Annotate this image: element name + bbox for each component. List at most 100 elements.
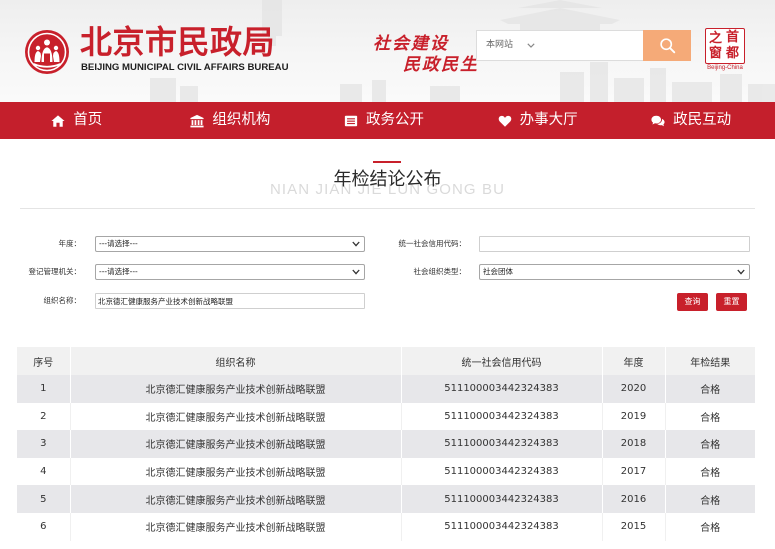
nav-item-government-affairs[interactable]: 政务公开: [307, 102, 461, 139]
list-icon: [344, 115, 358, 126]
heart-icon: [498, 115, 511, 127]
capital-portal-logo-frame: 首 都 之 窗: [705, 28, 745, 64]
cell-seq: 4: [17, 457, 71, 486]
nav-item-label: 首页: [73, 112, 103, 128]
cell-org-name: 北京德汇健康服务产业技术创新战略联盟: [70, 485, 402, 513]
search-button[interactable]: [643, 30, 691, 61]
chevron-down-icon: [527, 43, 535, 48]
inspection-results-table: 序号 组织名称 统一社会信用代码 年度 年检结果 1 北京德汇健康服务产业技术创…: [17, 347, 755, 541]
chevron-down-icon: [352, 241, 360, 247]
table-row: 3 北京德汇健康服务产业技术创新战略联盟 511100003442324383 …: [17, 430, 755, 458]
org-type-label: 社会组织类型：: [413, 267, 467, 276]
capital-portal-logo[interactable]: 首 都 之 窗 Beijing-China: [705, 28, 745, 73]
year-select[interactable]: ---请选择---: [95, 236, 365, 252]
cell-org-name: 北京德汇健康服务产业技术创新战略联盟: [70, 457, 402, 486]
credit-code-label: 统一社会信用代码：: [398, 239, 467, 248]
year-select-value: ---请选择---: [99, 239, 138, 248]
site-logo[interactable]: 北京市民政局 BEIJING MUNICIPAL CIVIL AFFAIRS B…: [20, 20, 325, 80]
column-header-seq: 序号: [17, 347, 71, 375]
slogan-line-1: 社会建设: [373, 34, 449, 54]
cell-year: 2016: [602, 485, 666, 513]
cell-org-name: 北京德汇健康服务产业技术创新战略联盟: [70, 512, 402, 541]
registry-select-value: ---请选择---: [99, 267, 138, 276]
capital-portal-logo-en: Beijing-China: [707, 65, 743, 71]
civil-affairs-emblem-icon: [25, 30, 69, 74]
cell-result: 合格: [700, 412, 721, 424]
cell-org-name: 北京德汇健康服务产业技术创新战略联盟: [70, 430, 402, 458]
column-header-result: 年检结果: [690, 357, 731, 369]
year-label: 年度：: [58, 239, 82, 248]
org-name-label: 组织名称：: [43, 296, 82, 305]
column-header-code: 统一社会信用代码: [401, 347, 603, 375]
cell-year: 2019: [602, 402, 666, 431]
cell-result: 合格: [700, 523, 721, 535]
cell-org-name: 北京德汇健康服务产业技术创新战略联盟: [70, 375, 402, 403]
column-header-year: 年度: [602, 347, 666, 375]
table-row: 1 北京德汇健康服务产业技术创新战略联盟 511100003442324383 …: [17, 375, 755, 403]
portal-logo-char: 都: [726, 46, 740, 61]
portal-logo-char: 窗: [709, 46, 723, 61]
cell-year: 2018: [602, 430, 666, 458]
cell-seq: 6: [17, 512, 71, 541]
cell-seq: 5: [17, 485, 71, 513]
nav-item-home[interactable]: 首页: [0, 102, 154, 139]
credit-code-input[interactable]: [479, 236, 750, 252]
cell-seq: 2: [17, 402, 71, 431]
query-button[interactable]: 查询: [677, 293, 708, 311]
portal-logo-char: 首: [726, 30, 740, 45]
table-row: 5 北京德汇健康服务产业技术创新战略联盟 511100003442324383 …: [17, 485, 755, 513]
org-type-select[interactable]: 社会团体: [479, 264, 750, 280]
nav-item-organization[interactable]: 组织机构: [154, 102, 308, 139]
cell-credit-code: 511100003442324383: [401, 375, 603, 403]
nav-item-label: 办事大厅: [519, 112, 578, 128]
search-scope-select[interactable]: 本网站: [477, 31, 541, 60]
cell-result: 合格: [700, 440, 721, 452]
cell-result: 合格: [700, 495, 721, 507]
site-logo-title: 北京市民政局: [80, 23, 276, 61]
cell-year: 2020: [602, 375, 666, 403]
org-type-select-value: 社会团体: [483, 267, 513, 276]
registry-select[interactable]: ---请选择---: [95, 264, 365, 280]
cell-year: 2017: [602, 457, 666, 486]
title-accent-line: [373, 161, 401, 163]
org-name-input[interactable]: [95, 293, 365, 309]
cell-seq: 3: [17, 430, 71, 458]
cell-credit-code: 511100003442324383: [401, 485, 603, 513]
nav-item-label: 组织机构: [212, 112, 271, 128]
chevron-down-icon: [737, 269, 745, 275]
site-logo-subtitle: BEIJING MUNICIPAL CIVIL AFFAIRS BUREAU: [81, 62, 289, 73]
table-row: 2 北京德汇健康服务产业技术创新战略联盟 511100003442324383 …: [17, 402, 755, 431]
nav-item-interaction[interactable]: 政民互动: [614, 102, 768, 139]
main-nav-items: 首页 组织机构 政务公开 办事大厅 政民互动: [0, 102, 768, 139]
nav-item-label: 政务公开: [365, 112, 424, 128]
main-nav: 首页 组织机构 政务公开 办事大厅 政民互动: [0, 102, 775, 139]
home-icon: [51, 114, 65, 127]
nav-item-service-hall[interactable]: 办事大厅: [461, 102, 615, 139]
institution-icon: [190, 114, 204, 127]
table-row: 4 北京德汇健康服务产业技术创新战略联盟 511100003442324383 …: [17, 457, 755, 486]
table-header-row: 序号 组织名称 统一社会信用代码 年度 年检结果: [17, 347, 755, 375]
cell-result: 合格: [700, 468, 721, 480]
search-box: 本网站: [476, 30, 644, 61]
cell-seq: 1: [17, 375, 71, 403]
cell-result: 合格: [700, 385, 721, 397]
title-divider: [20, 208, 755, 209]
site-header: 北京市民政局 BEIJING MUNICIPAL CIVIL AFFAIRS B…: [0, 0, 775, 102]
cell-org-name: 北京德汇健康服务产业技术创新战略联盟: [70, 402, 402, 431]
chevron-down-icon: [352, 269, 360, 275]
comments-icon: [651, 115, 665, 126]
slogan-line-2: 民政民生: [403, 55, 479, 75]
cell-credit-code: 511100003442324383: [401, 512, 603, 541]
cell-credit-code: 511100003442324383: [401, 402, 603, 431]
registry-label: 登记管理机关：: [28, 267, 82, 276]
search-input[interactable]: [543, 33, 641, 58]
column-header-name: 组织名称: [70, 347, 402, 375]
nav-item-label: 政民互动: [673, 112, 732, 128]
cell-credit-code: 511100003442324383: [401, 457, 603, 486]
page-title: 年检结论公布: [333, 169, 442, 190]
cell-year: 2015: [602, 512, 666, 541]
search-icon: [659, 38, 675, 54]
cell-credit-code: 511100003442324383: [401, 430, 603, 458]
search-scope-label: 本网站: [486, 40, 514, 50]
reset-button[interactable]: 重置: [716, 293, 747, 311]
